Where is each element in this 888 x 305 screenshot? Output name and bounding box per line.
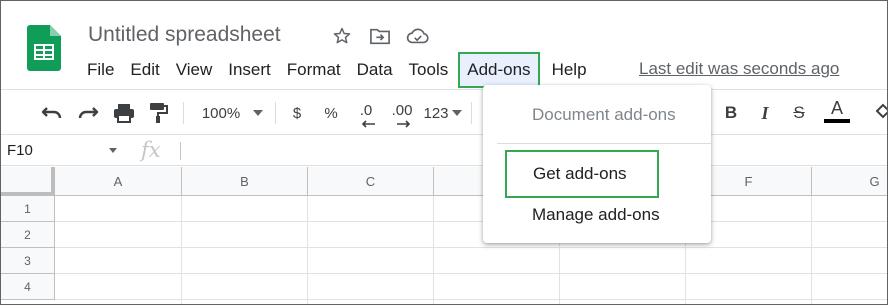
text-color-label: A <box>830 98 843 118</box>
column-gridline <box>307 196 308 304</box>
fill-color-icon[interactable] <box>873 90 887 136</box>
get-add-ons-item[interactable]: Get add-ons <box>505 150 659 198</box>
toolbar-separator <box>471 102 472 124</box>
manage-add-ons-item[interactable]: Manage add-ons <box>532 205 660 225</box>
formula-bar: F10 fx <box>1 136 887 166</box>
print-icon[interactable] <box>109 90 139 136</box>
bold-button[interactable]: B <box>719 90 743 136</box>
menu-view[interactable]: View <box>168 55 221 85</box>
column-header-g[interactable]: G <box>812 167 887 196</box>
italic-button[interactable]: I <box>753 90 777 136</box>
menu-data[interactable]: Data <box>349 55 401 85</box>
strikethrough-button[interactable]: S <box>787 90 811 136</box>
text-color-bar <box>824 119 850 123</box>
menu-divider <box>497 143 711 144</box>
zoom-dropdown-icon[interactable] <box>249 90 267 136</box>
menu-file[interactable]: File <box>79 55 122 85</box>
column-gridline <box>811 196 812 304</box>
last-edit-link[interactable]: Last edit was seconds ago <box>639 59 839 79</box>
name-box[interactable]: F10 <box>7 142 33 159</box>
grid-row[interactable] <box>55 248 887 274</box>
grid-row[interactable] <box>55 196 887 222</box>
percent-format-button[interactable]: % <box>321 90 341 136</box>
window-frame: Untitled spreadsheet File Edit View Inse… <box>0 0 888 305</box>
column-header-a[interactable]: A <box>55 167 182 196</box>
arrow-right-icon <box>397 120 411 128</box>
cloud-saved-icon[interactable] <box>405 25 431 47</box>
decrease-decimal-label: .0 <box>359 101 373 119</box>
row-header-2[interactable]: 2 <box>1 222 55 248</box>
increase-decimal-label: .00 <box>391 101 413 119</box>
grid-row[interactable] <box>55 222 887 248</box>
fx-icon: fx <box>141 138 161 162</box>
text-color-button[interactable]: A <box>823 90 851 136</box>
decrease-decimal-button[interactable]: .0 <box>353 90 379 136</box>
select-all-corner[interactable] <box>1 167 55 196</box>
increase-decimal-button[interactable]: .00 <box>387 90 417 136</box>
more-formats-dropdown-icon[interactable] <box>451 90 463 136</box>
menu-insert[interactable]: Insert <box>220 55 279 85</box>
toolbar: 100% $ % .0 .00 123 B I S A <box>1 89 887 136</box>
undo-icon[interactable] <box>37 90 67 136</box>
grid-row[interactable] <box>55 274 887 300</box>
sheets-logo-icon[interactable] <box>27 25 61 71</box>
star-icon[interactable] <box>329 25 355 47</box>
get-add-ons-label: Get add-ons <box>533 164 627 183</box>
column-header-b[interactable]: B <box>182 167 308 196</box>
move-to-folder-icon[interactable] <box>367 25 393 47</box>
menu-edit[interactable]: Edit <box>122 55 167 85</box>
formula-separator <box>180 142 181 160</box>
arrow-left-icon <box>361 120 375 128</box>
currency-format-button[interactable]: $ <box>287 90 307 136</box>
menu-help[interactable]: Help <box>544 55 595 85</box>
column-header-c[interactable]: C <box>308 167 434 196</box>
row-header-4[interactable]: 4 <box>1 274 55 300</box>
name-box-dropdown-icon[interactable] <box>109 148 117 153</box>
menu-format[interactable]: Format <box>279 55 349 85</box>
row-header-1[interactable]: 1 <box>1 196 55 222</box>
menu-add-ons[interactable]: Add-ons <box>458 52 540 88</box>
zoom-select[interactable]: 100% <box>197 90 245 136</box>
add-ons-menu: Document add-ons Get add-ons Manage add-… <box>483 85 711 243</box>
column-gridline <box>433 196 434 304</box>
title-actions <box>329 25 431 47</box>
column-gridline <box>181 196 182 304</box>
redo-icon[interactable] <box>73 90 103 136</box>
more-formats-button[interactable]: 123 <box>421 90 451 136</box>
menu-tools[interactable]: Tools <box>401 55 457 85</box>
document-add-ons-header: Document add-ons <box>532 105 676 124</box>
spreadsheet-grid: A B C D E F G 1 2 3 4 <box>1 167 887 304</box>
toolbar-separator <box>183 102 184 124</box>
row-header-3[interactable]: 3 <box>1 248 55 274</box>
toolbar-separator <box>275 102 276 124</box>
menu-bar: File Edit View Insert Format Data Tools … <box>79 52 595 88</box>
paint-format-icon[interactable] <box>143 90 173 136</box>
document-title[interactable]: Untitled spreadsheet <box>88 23 281 47</box>
